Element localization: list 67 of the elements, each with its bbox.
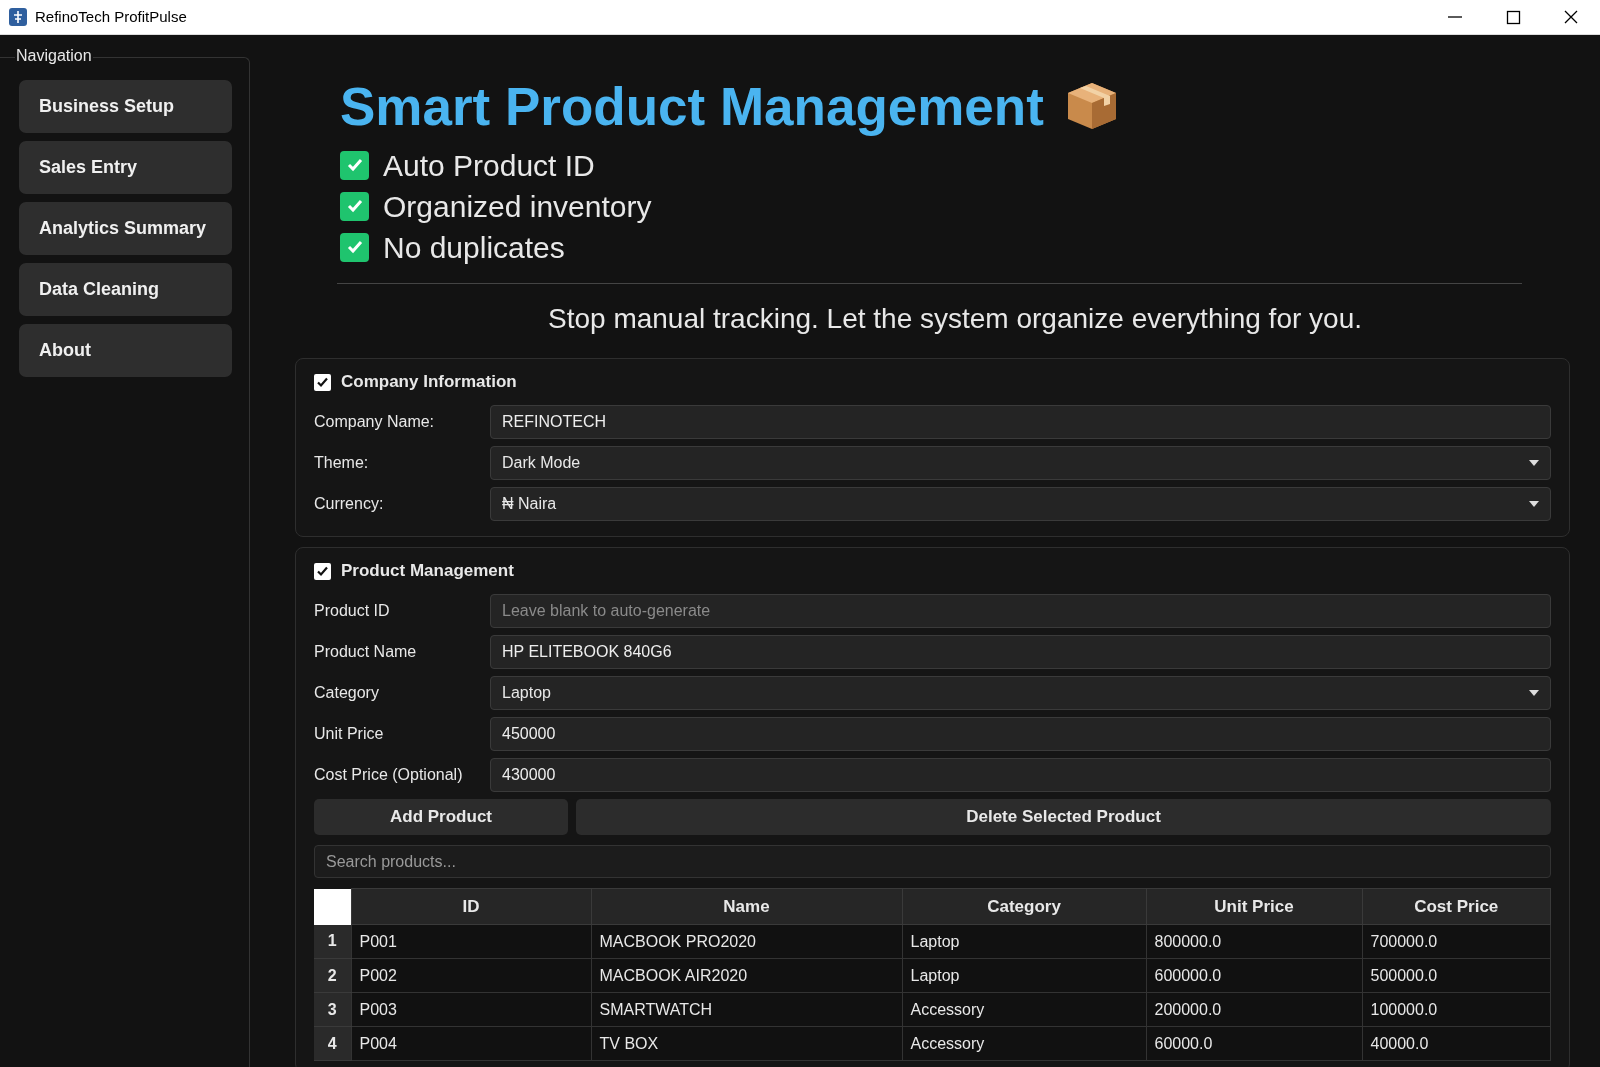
nav-button[interactable]: Sales Entry xyxy=(19,141,232,194)
row-number: 2 xyxy=(314,958,351,993)
table-cell: 200000.0 xyxy=(1146,992,1362,1027)
column-header[interactable]: Category xyxy=(902,888,1146,925)
row-number: 3 xyxy=(314,992,351,1027)
table-cell: 500000.0 xyxy=(1362,958,1551,993)
dropdown[interactable]: ₦ Naira xyxy=(490,486,1551,521)
table-cell: Accessory xyxy=(902,1026,1146,1061)
feature-text: Organized inventory xyxy=(383,188,652,225)
row-number: 1 xyxy=(314,924,351,959)
search-field[interactable]: Search products... xyxy=(314,845,1551,878)
action-button[interactable]: Delete Selected Product xyxy=(576,799,1551,835)
nav-button[interactable]: Data Cleaning xyxy=(19,263,232,316)
table-cell: 700000.0 xyxy=(1362,924,1551,959)
table-cell: P001 xyxy=(351,924,591,959)
column-header[interactable]: Name xyxy=(591,888,902,925)
table-cell: 600000.0 xyxy=(1146,958,1362,993)
window-title: RefinoTech ProfitPulse xyxy=(35,6,187,27)
checkbox[interactable] xyxy=(314,562,331,580)
nav-button[interactable]: Business Setup xyxy=(19,80,232,133)
field-label: Company Name: xyxy=(314,411,436,432)
nav-button[interactable]: About xyxy=(19,324,232,377)
group-title: Product Management xyxy=(341,560,514,583)
field-label: Product ID xyxy=(314,600,391,621)
corner-cell xyxy=(314,888,351,925)
caret-icon xyxy=(1529,500,1539,507)
caret-icon xyxy=(1529,459,1539,466)
input-field[interactable]: 450000 xyxy=(490,716,1551,751)
field-label: Cost Price (Optional) xyxy=(314,764,464,785)
caret-icon xyxy=(1529,689,1539,696)
table-cell: 40000.0 xyxy=(1362,1026,1551,1061)
input-field[interactable]: 430000 xyxy=(490,757,1551,792)
table-cell: P002 xyxy=(351,958,591,993)
tagline: Stop manual tracking. Let the system organize everything for you. xyxy=(547,302,1363,336)
table-cell: SMARTWATCH xyxy=(591,992,902,1027)
checkbox[interactable] xyxy=(314,373,331,391)
field-label: Category xyxy=(314,682,380,703)
feature-text: Auto Product ID xyxy=(383,147,595,184)
dropdown[interactable]: Dark Mode xyxy=(490,445,1551,480)
field-label: Unit Price xyxy=(314,723,385,744)
app-icon xyxy=(9,8,27,26)
table-cell: 60000.0 xyxy=(1146,1026,1362,1061)
input-field[interactable]: HP ELITEBOOK 840G6 xyxy=(490,634,1551,669)
field-label: Product Name xyxy=(314,641,418,662)
input-field[interactable]: Leave blank to auto-generate xyxy=(490,593,1551,628)
table-cell: P003 xyxy=(351,992,591,1027)
table-cell: MACBOOK PRO2020 xyxy=(591,924,902,959)
action-button[interactable]: Add Product xyxy=(314,799,568,835)
column-header[interactable]: Unit Price xyxy=(1146,888,1362,925)
table-cell: Laptop xyxy=(902,958,1146,993)
row-number: 4 xyxy=(314,1026,351,1061)
field-label: Currency: xyxy=(314,493,385,514)
column-header[interactable]: Cost Price xyxy=(1362,888,1551,925)
input-field[interactable]: REFINOTECH xyxy=(490,404,1551,439)
table-cell: Accessory xyxy=(902,992,1146,1027)
table-cell: 100000.0 xyxy=(1362,992,1551,1027)
group-title: Company Information xyxy=(341,371,517,394)
feature-text: No duplicates xyxy=(383,229,565,266)
table-cell: P004 xyxy=(351,1026,591,1061)
table-cell: TV BOX xyxy=(591,1026,902,1061)
nav-button[interactable]: Analytics Summary xyxy=(19,202,232,255)
dropdown[interactable]: Laptop xyxy=(490,675,1551,710)
table-cell: MACBOOK AIR2020 xyxy=(591,958,902,993)
table-cell: 800000.0 xyxy=(1146,924,1362,959)
field-label: Theme: xyxy=(314,452,370,473)
table-cell: Laptop xyxy=(902,924,1146,959)
column-header[interactable]: ID xyxy=(351,888,591,925)
